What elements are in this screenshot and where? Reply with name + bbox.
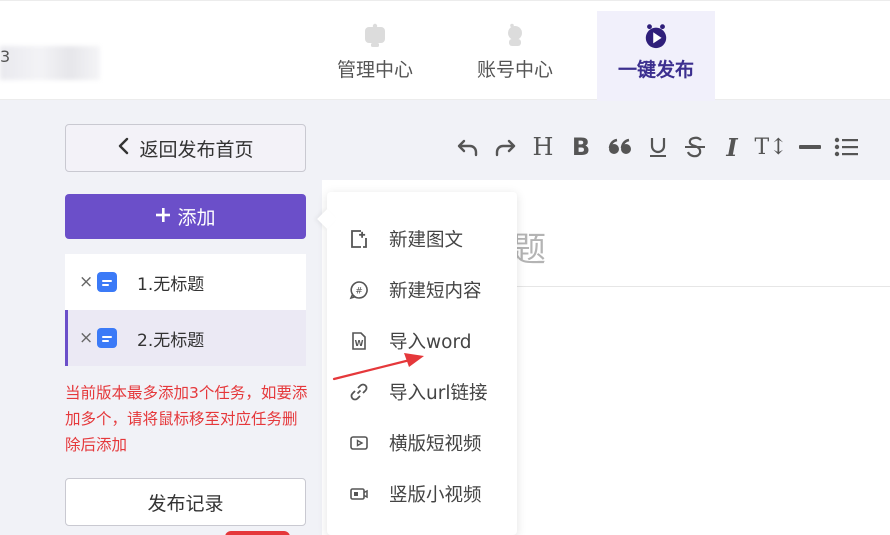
nav-label: 管理中心 — [336, 59, 413, 81]
italic-icon[interactable]: I — [714, 130, 750, 164]
title-divider — [512, 286, 890, 287]
strikethrough-icon[interactable] — [676, 130, 714, 164]
close-icon[interactable]: × — [79, 328, 93, 348]
add-task-button[interactable]: 添加 — [65, 194, 306, 239]
management-center-icon — [362, 23, 388, 49]
nav-label: 账号中心 — [476, 59, 553, 81]
svg-text:#: # — [355, 287, 363, 297]
plus-icon — [155, 206, 171, 228]
import-word-icon: W — [349, 331, 369, 351]
history-button-label: 发布记录 — [147, 492, 224, 515]
new-short-content-icon: # — [349, 280, 369, 300]
heading-icon[interactable]: H — [524, 130, 562, 164]
task-title: 1.无标题 — [137, 274, 205, 295]
menu-item-new-article[interactable]: 新建图文 — [327, 214, 517, 264]
bulleted-list-icon[interactable] — [828, 130, 864, 164]
undo-icon[interactable] — [450, 130, 486, 164]
new-article-icon — [349, 229, 369, 249]
horizontal-rule-icon[interactable] — [792, 130, 828, 164]
menu-item-label: 竖版小视频 — [389, 485, 482, 506]
close-icon[interactable]: × — [79, 272, 93, 292]
redo-icon[interactable] — [486, 130, 524, 164]
add-button-label: 添加 — [177, 207, 216, 229]
menu-item-new-short-content[interactable]: # 新建短内容 — [327, 265, 517, 315]
menu-item-portrait-video[interactable]: 竖版小视频 — [327, 469, 517, 519]
task-item[interactable]: × 1.无标题 — [65, 254, 306, 310]
annotation-arrow — [332, 353, 424, 381]
menu-item-label: 新建图文 — [389, 230, 464, 251]
nav-account-center[interactable]: 账号中心 — [470, 11, 560, 101]
bold-icon[interactable]: B — [562, 130, 600, 164]
document-icon — [97, 328, 117, 348]
task-title: 2.无标题 — [137, 330, 205, 351]
font-size-icon[interactable]: T↕ — [750, 130, 792, 164]
landscape-video-icon — [349, 433, 369, 453]
top-navigation-bar: 3 管理中心 账号中心 一键发布 — [0, 0, 890, 101]
back-to-publish-home-button[interactable]: 返回发布首页 — [65, 124, 306, 172]
brand-name-char: 3 — [0, 47, 11, 66]
chevron-left-icon — [117, 137, 129, 160]
import-url-link-icon — [349, 382, 369, 402]
red-badge[interactable] — [225, 531, 290, 535]
svg-text:W: W — [355, 339, 364, 348]
nav-management-center[interactable]: 管理中心 — [330, 11, 420, 101]
account-center-icon — [502, 23, 528, 49]
nav-label: 一键发布 — [617, 59, 694, 81]
menu-item-label: 横版短视频 — [389, 434, 482, 455]
one-click-publish-icon — [643, 23, 669, 49]
document-icon — [97, 272, 117, 292]
portrait-video-icon — [349, 484, 369, 504]
task-item-selected[interactable]: × 2.无标题 — [65, 310, 306, 366]
brand-name-blurred — [0, 46, 100, 80]
nav-one-click-publish[interactable]: 一键发布 — [597, 11, 715, 101]
editor-toolbar: H B I T↕ — [450, 130, 864, 164]
back-button-label: 返回发布首页 — [139, 138, 254, 161]
menu-item-label: 新建短内容 — [389, 281, 482, 302]
underline-icon[interactable] — [640, 130, 676, 164]
menu-item-landscape-video[interactable]: 横版短视频 — [327, 418, 517, 468]
title-placeholder[interactable]: 题 — [512, 222, 546, 271]
task-limit-notice: 当前版本最多添加3个任务，如要添加多个，请将鼠标移至对应任务删除后添加 — [65, 384, 308, 454]
quote-icon[interactable] — [600, 130, 640, 164]
publish-history-button[interactable]: 发布记录 — [65, 478, 306, 526]
